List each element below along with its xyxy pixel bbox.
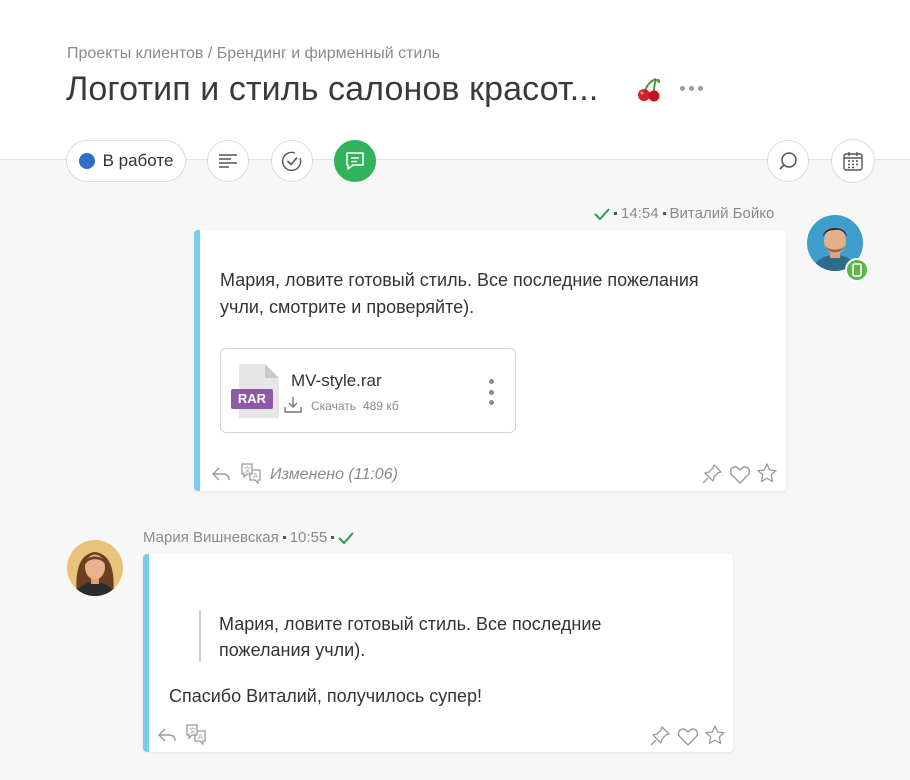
- avatar[interactable]: [67, 540, 123, 596]
- star-icon[interactable]: [756, 462, 778, 484]
- file-attachment[interactable]: RAR MV-style.rar Скачать 489 кб: [220, 348, 516, 433]
- calendar-button[interactable]: [831, 139, 875, 183]
- page-title[interactable]: Логотип и стиль салонов красот...: [66, 70, 598, 109]
- search-icon: [779, 152, 797, 170]
- pin-icon[interactable]: [649, 725, 671, 747]
- svg-text:文: 文: [244, 465, 251, 474]
- meta-separator: [662, 212, 666, 215]
- reply-icon[interactable]: [156, 724, 178, 746]
- message-author[interactable]: Мария Вишневская: [143, 529, 279, 546]
- chat-button[interactable]: [334, 140, 376, 182]
- message-author[interactable]: Виталий Бойко: [670, 205, 775, 222]
- checklist-button[interactable]: [271, 140, 313, 182]
- message-text: Спасибо Виталий, получилось супер!: [169, 686, 483, 706]
- star-icon[interactable]: [704, 724, 726, 746]
- breadcrumb[interactable]: Проекты клиентов / Брендинг и фирменный …: [67, 45, 440, 63]
- chat-icon: [346, 152, 364, 170]
- message-time: 14:54: [621, 205, 659, 222]
- quote-bar: [199, 610, 201, 662]
- download-icon[interactable]: [283, 396, 303, 414]
- status-button[interactable]: В работе: [66, 140, 186, 182]
- message-bubble: Мария, ловите готовый стиль. Все последн…: [194, 230, 786, 491]
- calendar-icon: [843, 152, 863, 171]
- cherry-icon: [638, 78, 661, 102]
- message-time: 10:55: [289, 529, 328, 546]
- message-meta: 14:54 Виталий Бойко: [594, 205, 774, 222]
- avatar-photo: [67, 540, 123, 596]
- search-button[interactable]: [767, 140, 809, 182]
- more-options-icon[interactable]: [680, 78, 708, 98]
- meta-separator: [331, 536, 335, 539]
- description-lines-icon: [219, 154, 237, 168]
- heart-icon[interactable]: [677, 726, 699, 748]
- translate-icon[interactable]: 文 A: [240, 462, 262, 484]
- svg-text:A: A: [198, 733, 203, 741]
- status-label: В работе: [102, 151, 174, 170]
- pin-icon[interactable]: [701, 463, 723, 485]
- file-type-label: RAR: [237, 391, 267, 406]
- file-size: 489 кб: [363, 399, 399, 413]
- file-menu-icon[interactable]: [487, 379, 495, 405]
- message-text-line: Мария, ловите готовый стиль. Все последн…: [220, 270, 699, 290]
- download-link[interactable]: Скачать: [311, 399, 356, 413]
- mobile-device-icon: [845, 258, 869, 282]
- reply-icon[interactable]: [210, 463, 232, 485]
- message-meta: Мария Вишневская 10:55: [143, 529, 355, 546]
- translate-icon[interactable]: 文 A: [185, 723, 207, 745]
- read-check-icon: [594, 207, 610, 220]
- read-check-icon: [338, 531, 355, 544]
- message-bubble: Мария, ловите готовый стиль. Все последн…: [143, 554, 733, 752]
- quote-text-line: Мария, ловите готовый стиль. Все последн…: [219, 614, 602, 634]
- meta-separator: [614, 212, 617, 215]
- description-button[interactable]: [207, 140, 249, 182]
- file-name[interactable]: MV-style.rar: [291, 371, 382, 391]
- meta-separator: [282, 536, 286, 539]
- svg-text:文: 文: [189, 726, 196, 735]
- quote-text-line: пожелания учли).: [219, 640, 366, 660]
- checklist-icon: [281, 151, 302, 172]
- edited-label: Изменено (11:06): [270, 466, 398, 483]
- heart-icon[interactable]: [729, 464, 751, 486]
- svg-text:A: A: [253, 472, 258, 480]
- status-dot: [78, 153, 95, 169]
- message-text-line: учли, смотрите и проверяйте).: [220, 297, 475, 317]
- task-header: Проекты клиентов / Брендинг и фирменный …: [0, 0, 910, 160]
